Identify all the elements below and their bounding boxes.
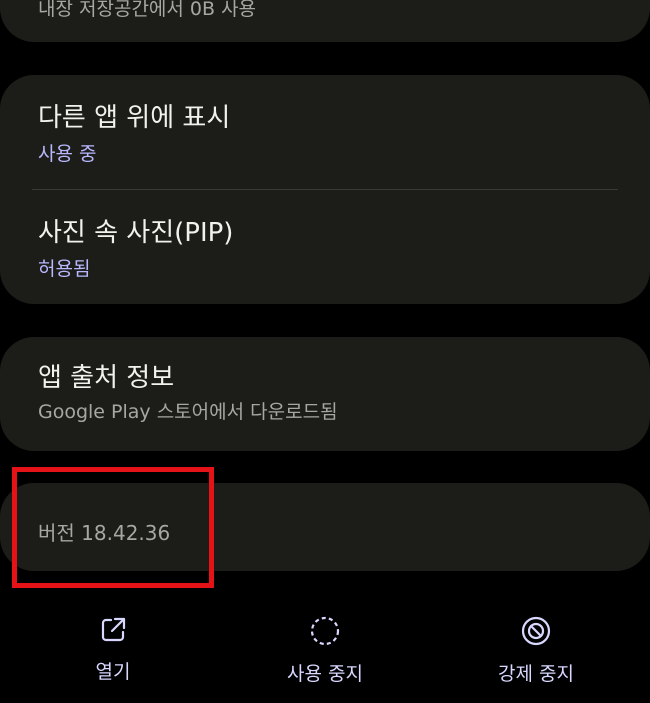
open-button[interactable]: 열기 — [33, 600, 193, 684]
overlay-permission-title: 다른 앱 위에 표시 — [38, 103, 231, 133]
stop-circle-icon — [521, 616, 551, 646]
app-info-screen: 내장 저장공간에서 0B 사용 다른 앱 위에 표시 사용 중 사진 속 사진(… — [0, 0, 650, 703]
force-stop-button-label: 강제 중지 — [498, 663, 574, 685]
force-stop-button[interactable]: 강제 중지 — [456, 600, 616, 686]
pip-permission-title: 사진 속 사진(PIP) — [38, 218, 234, 248]
dashed-circle-icon — [310, 616, 340, 646]
app-source-subtitle: Google Play 스토어에서 다운로드됨 — [38, 401, 338, 423]
overlay-permission-status: 사용 중 — [38, 143, 97, 165]
app-source-title: 앱 출처 정보 — [38, 363, 175, 393]
overlay-permission-row[interactable]: 다른 앱 위에 표시 사용 중 — [38, 105, 620, 164]
storage-card[interactable]: 내장 저장공간에서 0B 사용 — [0, 0, 650, 42]
disable-button-label: 사용 중지 — [287, 663, 363, 685]
permissions-divider — [32, 189, 618, 190]
open-external-icon — [101, 617, 126, 642]
storage-usage-text: 내장 저장공간에서 0B 사용 — [38, 0, 257, 20]
disable-button[interactable]: 사용 중지 — [245, 600, 405, 686]
version-highlight-box — [12, 467, 214, 588]
bottom-action-bar: 열기 사용 중지 강제 중지 — [0, 600, 650, 703]
app-source-row: 앱 출처 정보 Google Play 스토어에서 다운로드됨 — [38, 365, 620, 422]
app-source-card[interactable]: 앱 출처 정보 Google Play 스토어에서 다운로드됨 — [0, 337, 650, 451]
open-button-label: 열기 — [95, 661, 131, 683]
permissions-card: 다른 앱 위에 표시 사용 중 사진 속 사진(PIP) 허용됨 — [0, 75, 650, 304]
pip-permission-status: 허용됨 — [38, 258, 91, 280]
pip-permission-row[interactable]: 사진 속 사진(PIP) 허용됨 — [38, 220, 620, 279]
